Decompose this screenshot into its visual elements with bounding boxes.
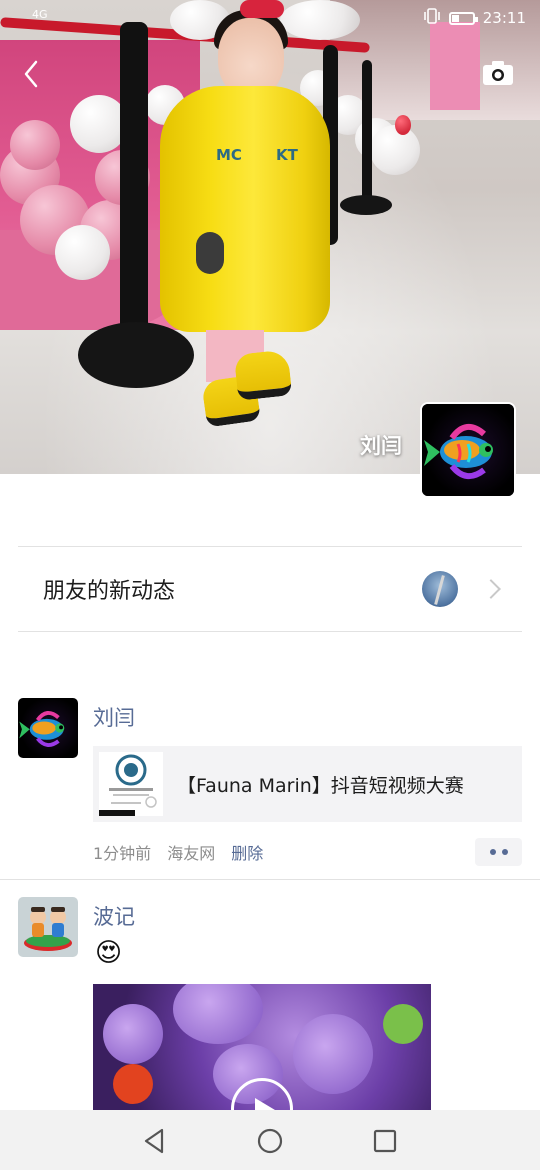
coral-shape xyxy=(173,984,263,1044)
camera-icon[interactable] xyxy=(480,56,516,92)
cover-balloon xyxy=(395,115,411,135)
post-meta-row: 1分钟前 海友网 删除 xyxy=(93,840,263,864)
status-network-label: 4G xyxy=(32,8,48,21)
triangle-back-icon[interactable] xyxy=(140,1126,170,1156)
status-bar: 4G 23:11 xyxy=(0,0,540,36)
coral-red-shape xyxy=(113,1064,153,1104)
vibrate-icon xyxy=(423,8,441,28)
divider xyxy=(18,631,522,632)
post-author-avatar[interactable] xyxy=(18,698,78,758)
shared-link-card[interactable]: 【Fauna Marin】抖音短视频大赛 xyxy=(93,746,522,822)
post-time: 1分钟前 xyxy=(93,844,152,863)
post-author-name[interactable]: 刘闫 xyxy=(93,702,135,732)
battery-icon xyxy=(448,11,478,25)
chevron-right-icon xyxy=(481,579,501,599)
link-thumbnail xyxy=(99,752,163,816)
friends-updates-label: 朋友的新动态 xyxy=(43,579,176,604)
fish-avatar-image xyxy=(422,404,514,496)
owner-name[interactable]: 刘闫 xyxy=(360,430,402,460)
post-more-button[interactable] xyxy=(475,838,522,866)
cartoon-avatar-image xyxy=(18,897,78,957)
coral-shape xyxy=(103,1004,163,1064)
coat-print-lettering: KT xyxy=(276,146,298,164)
heart-eyes-emoji: 😍 xyxy=(95,938,123,968)
cover-barrier-pole xyxy=(120,22,148,348)
coat-print-lettering: MC xyxy=(216,146,242,164)
friends-updates-row[interactable]: 朋友的新动态 xyxy=(18,547,522,631)
cover-balloon xyxy=(370,125,420,175)
coral-shape xyxy=(293,1014,373,1094)
back-chevron-icon[interactable] xyxy=(14,56,50,92)
cover-balloon xyxy=(55,225,110,280)
cover-child-leg xyxy=(206,330,236,382)
post-source[interactable]: 海友网 xyxy=(167,840,215,864)
link-title: 【Fauna Marin】抖音短视频大赛 xyxy=(177,774,464,797)
coral-green-shape xyxy=(383,1004,423,1044)
post-author-name[interactable]: 波记 xyxy=(93,901,135,931)
status-right-group: 23:11 xyxy=(423,8,526,28)
post-author-avatar[interactable] xyxy=(18,897,78,957)
cover-child-coat xyxy=(160,86,330,332)
status-time: 23:11 xyxy=(482,9,526,27)
more-dot-icon xyxy=(501,849,508,855)
cover-child-boot xyxy=(233,349,293,401)
fish-avatar-image xyxy=(18,698,78,758)
circle-home-icon[interactable] xyxy=(255,1126,285,1156)
battery-level-fill xyxy=(451,14,459,22)
cover-child-coat-pocket xyxy=(196,232,224,274)
friends-updates-avatar xyxy=(422,571,458,607)
cover-barrier-pole xyxy=(362,60,372,210)
delete-button[interactable]: 删除 xyxy=(231,840,263,864)
more-dot-icon xyxy=(489,849,496,855)
cover-barrier-base xyxy=(78,322,194,388)
cover-balloon xyxy=(10,120,60,170)
square-recents-icon[interactable] xyxy=(370,1126,400,1156)
divider xyxy=(0,879,540,880)
owner-avatar[interactable] xyxy=(420,402,516,498)
cover-barrier-base xyxy=(340,195,392,215)
